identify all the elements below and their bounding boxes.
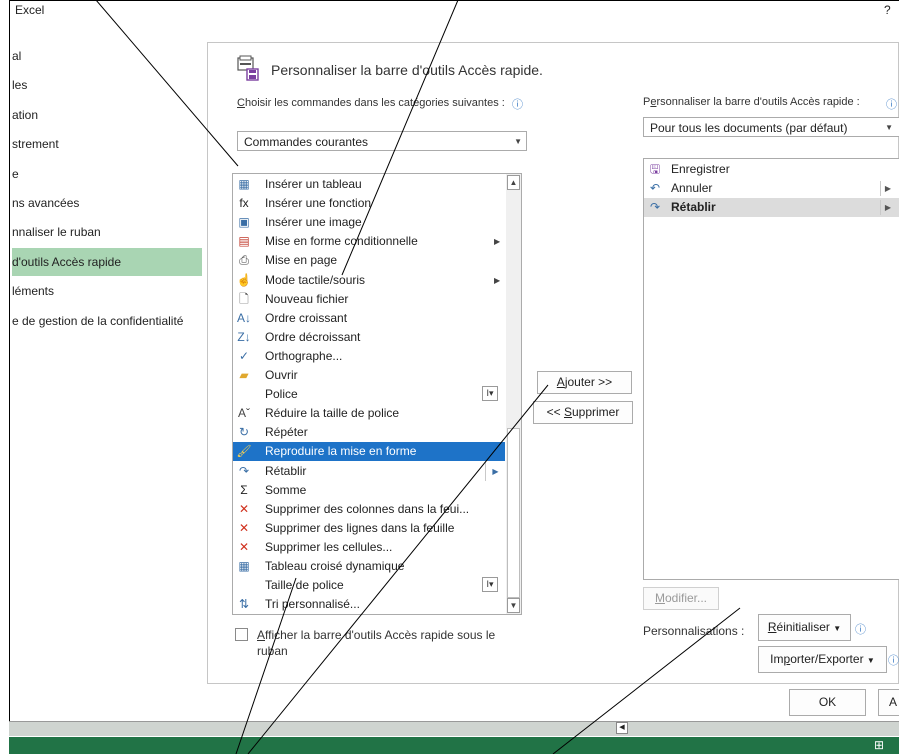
annotation-line — [247, 384, 549, 754]
annotation-line — [235, 577, 297, 754]
annotation-lines — [95, 0, 741, 754]
annotation-line — [341, 0, 459, 276]
annotation-line — [552, 607, 741, 754]
annotation-line — [95, 0, 239, 167]
